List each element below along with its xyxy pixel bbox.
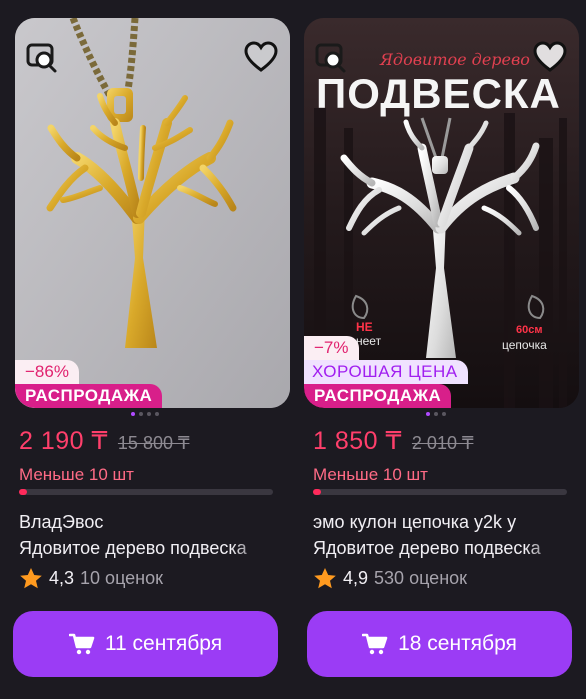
rating-score: 4,3 [49, 568, 75, 588]
heart-icon [244, 41, 278, 72]
star-icon [20, 568, 42, 589]
gold-tree-pendant-image [15, 18, 290, 408]
sale-badge: РАСПРОДАЖА [304, 384, 452, 408]
product-card-1[interactable]: −86% РАСПРОДАЖА 2 190 ₸ 15 800 ₸ Меньше … [0, 0, 292, 699]
pagination-dot [442, 412, 446, 416]
pagination-dot [147, 412, 151, 416]
stock-progress-fill [19, 489, 27, 495]
promo-script-title: Ядовитое дерево [380, 50, 530, 69]
pagination-dot [155, 412, 159, 416]
cart-icon [68, 633, 95, 655]
brand-name[interactable]: ВладЭвос [19, 512, 271, 533]
delivery-date: 18 сентября [398, 632, 517, 655]
stock-progress-fill [313, 489, 321, 495]
image-search-button[interactable] [312, 38, 350, 76]
rating-row: 4,9 530 оценок [313, 567, 467, 590]
product-image[interactable]: Ядовитое дерево ПОДВЕСКА НЕ неет 60см це… [304, 18, 579, 408]
product-title[interactable]: Ядовитое дерево подвеска [313, 538, 565, 559]
pagination-dot [426, 412, 430, 416]
title-text: Ядовитое дерево подвеска [19, 538, 247, 558]
star-icon [314, 568, 336, 589]
add-to-favorites-button[interactable] [531, 38, 569, 76]
price-row: 2 190 ₸ 15 800 ₸ [19, 426, 189, 456]
text-fade [525, 512, 565, 533]
image-search-icon [315, 43, 346, 73]
heart-icon [533, 41, 567, 72]
review-count: 530 оценок [374, 568, 468, 588]
delivery-date: 11 сентября [104, 632, 223, 655]
discount-badge: −86% [15, 360, 79, 384]
stock-label: Меньше 10 шт [19, 465, 134, 484]
product-image[interactable]: −86% РАСПРОДАЖА [15, 18, 290, 408]
sale-badge: РАСПРОДАЖА [15, 384, 163, 408]
promo-right-caption-bottom: цепочка [502, 338, 547, 352]
badge-stack: −7% ХОРОШАЯ ЦЕНА РАСПРОДАЖА [304, 336, 468, 408]
promo-right-caption-top: 60см [516, 324, 543, 336]
pagination-dot [434, 412, 438, 416]
promo-big-title: ПОДВЕСКА [316, 70, 561, 117]
cart-icon [362, 633, 388, 655]
current-price: 1 850 ₸ [313, 427, 402, 455]
brand-text: эмо кулон цепочка y2k у [313, 512, 517, 532]
pagination-dot [139, 412, 143, 416]
promo-left-caption-top: НЕ [356, 320, 373, 334]
image-pagination-dots [131, 412, 159, 416]
image-pagination-dots [426, 412, 446, 416]
good-price-badge: ХОРОШАЯ ЦЕНА [304, 360, 468, 384]
badge-stack: −86% РАСПРОДАЖА [15, 360, 163, 408]
product-title[interactable]: Ядовитое дерево подвеска [19, 538, 271, 559]
image-search-icon [26, 43, 57, 73]
price-row: 1 850 ₸ 2 010 ₸ [313, 426, 473, 456]
stock-progress-bar [313, 489, 567, 495]
image-search-button[interactable] [23, 38, 61, 76]
stock-label: Меньше 10 шт [313, 465, 428, 484]
add-to-favorites-button[interactable] [242, 38, 280, 76]
brand-name[interactable]: эмо кулон цепочка y2k у [313, 512, 565, 533]
text-fade [525, 538, 565, 559]
rating-score: 4,9 [343, 568, 369, 588]
review-count: 10 оценок [80, 568, 164, 588]
brand-text: ВладЭвос [19, 512, 104, 532]
add-to-cart-button[interactable]: 18 сентября [307, 611, 572, 677]
discount-badge: −7% [304, 336, 359, 360]
add-to-cart-button[interactable]: 11 сентября [13, 611, 278, 677]
rating-row: 4,3 10 оценок [19, 567, 163, 590]
text-fade [231, 512, 271, 533]
old-price: 15 800 ₸ [117, 433, 190, 453]
title-text: Ядовитое дерево подвеска [313, 538, 541, 558]
current-price: 2 190 ₸ [19, 427, 108, 455]
product-card-2[interactable]: Ядовитое дерево ПОДВЕСКА НЕ неет 60см це… [294, 0, 586, 699]
text-fade [231, 538, 271, 559]
pagination-dot [131, 412, 135, 416]
stock-progress-bar [19, 489, 273, 495]
old-price: 2 010 ₸ [411, 433, 474, 453]
